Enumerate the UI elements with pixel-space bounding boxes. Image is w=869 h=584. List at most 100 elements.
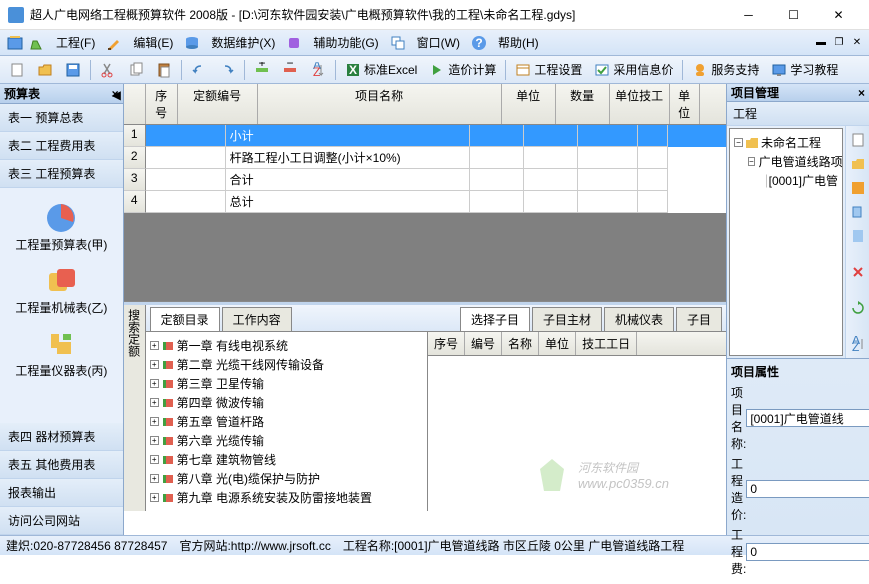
grid-col-3[interactable]: 单位 xyxy=(502,84,556,124)
search-quota-label[interactable]: 搜索定额 xyxy=(124,305,146,511)
copy-button[interactable] xyxy=(123,59,149,81)
delete-row-button[interactable]: − xyxy=(277,59,303,81)
proj-setting-button[interactable]: 工程设置 xyxy=(510,58,587,81)
grid-col-5[interactable]: 单位技工 xyxy=(610,84,670,124)
excel-button[interactable]: X标准Excel xyxy=(340,58,422,81)
save-button[interactable] xyxy=(60,59,86,81)
mdi-restore[interactable]: ❐ xyxy=(831,36,847,50)
tree-item[interactable]: + 第八章 光(电)缆保护与防护 xyxy=(150,469,423,488)
open-button[interactable] xyxy=(32,59,58,81)
menu-icon-2[interactable] xyxy=(29,35,45,51)
rt-sort-icon[interactable]: AZ xyxy=(848,334,868,354)
expand-icon[interactable]: + xyxy=(150,474,159,483)
expand-icon[interactable]: − xyxy=(748,157,755,166)
proj-tree-item[interactable]: [0001]广电管 xyxy=(734,171,838,190)
tree-item[interactable]: + 第六章 光缆传输 xyxy=(150,431,423,450)
grid-col-1[interactable]: 定额编号 xyxy=(178,84,258,124)
proj-tree-item[interactable]: −未命名工程 xyxy=(734,133,838,152)
insert-row-button[interactable]: + xyxy=(249,59,275,81)
right-panel-close[interactable]: × xyxy=(858,86,865,100)
collapse-left-icon[interactable]: ◀ xyxy=(112,88,121,102)
menu-icon-1[interactable] xyxy=(7,35,23,51)
nav-item-3[interactable]: 表三 工程预算表 xyxy=(0,160,123,188)
grid-col-6[interactable]: 单位 xyxy=(670,84,700,124)
expand-icon[interactable]: − xyxy=(734,138,743,147)
expand-icon[interactable]: + xyxy=(150,455,159,464)
menu-help[interactable]: 帮助(H) xyxy=(490,31,547,54)
menu-aux[interactable]: 辅助功能(G) xyxy=(305,31,386,54)
rt-paste-icon[interactable] xyxy=(848,226,868,246)
sub-col[interactable]: 技工工日 xyxy=(576,332,637,355)
table-row[interactable]: 1 小计 xyxy=(124,125,726,147)
menu-data[interactable]: 数据维护(X) xyxy=(203,31,283,54)
tree-item[interactable]: + 第二章 光缆干线网传输设备 xyxy=(150,355,423,374)
prop-name-input[interactable] xyxy=(746,409,869,427)
expand-icon[interactable]: + xyxy=(150,360,159,369)
expand-icon[interactable]: + xyxy=(150,341,159,350)
menu-edit[interactable]: 编辑(E) xyxy=(125,31,181,54)
redo-button[interactable] xyxy=(214,59,240,81)
nav-big-3[interactable]: 工程量仪器表(丙) xyxy=(8,322,115,385)
tab-select-sub[interactable]: 选择子目 xyxy=(460,307,530,331)
new-button[interactable] xyxy=(4,59,30,81)
tab-sub[interactable]: 子目 xyxy=(676,307,722,331)
chapter-tree[interactable]: + 第一章 有线电视系统 + 第二章 光缆干线网传输设备 + 第三章 卫星传输 … xyxy=(146,332,428,511)
sub-col[interactable]: 编号 xyxy=(465,332,502,355)
mdi-minimize[interactable]: ▬ xyxy=(813,36,829,50)
tree-item[interactable]: + 第五章 管道杆路 xyxy=(150,412,423,431)
tree-item[interactable]: + 第一章 有线电视系统 xyxy=(150,336,423,355)
table-row[interactable]: 3 合计 xyxy=(124,169,726,191)
cut-button[interactable] xyxy=(95,59,121,81)
nav-item-1[interactable]: 表一 预算总表 xyxy=(0,104,123,132)
minimize-button[interactable]: ─ xyxy=(726,1,771,29)
rt-copy-icon[interactable] xyxy=(848,202,868,222)
nav-item-6[interactable]: 报表输出 xyxy=(0,479,123,507)
maximize-button[interactable]: ☐ xyxy=(771,1,816,29)
proj-tree-item[interactable]: −广电管道线路项目 xyxy=(734,152,838,171)
grid-col-0[interactable]: 序号 xyxy=(146,84,178,124)
rt-delete-icon[interactable] xyxy=(848,262,868,282)
tab-sub-material[interactable]: 子目主材 xyxy=(532,307,602,331)
nav-big-1[interactable]: 工程量预算表(甲) xyxy=(8,196,115,259)
nav-item-7[interactable]: 访问公司网站 xyxy=(0,507,123,535)
tab-mech-instr[interactable]: 机械仪表 xyxy=(604,307,674,331)
rt-new-icon[interactable] xyxy=(848,130,868,150)
rt-save-icon[interactable] xyxy=(848,178,868,198)
table-row[interactable]: 2 杆路工程小工日调整(小计×10%) xyxy=(124,147,726,169)
adopt-info-button[interactable]: 采用信息价 xyxy=(589,58,678,81)
nav-big-2[interactable]: 工程量机械表(乙) xyxy=(8,259,115,322)
expand-icon[interactable]: + xyxy=(150,417,159,426)
paste-button[interactable] xyxy=(151,59,177,81)
tree-item[interactable]: + 第三章 卫星传输 xyxy=(150,374,423,393)
expand-icon[interactable]: + xyxy=(150,493,159,502)
expand-icon[interactable]: + xyxy=(150,436,159,445)
expand-icon[interactable]: + xyxy=(150,398,159,407)
tree-item[interactable]: + 第九章 电源系统安装及防雷接地装置 xyxy=(150,488,423,507)
close-button[interactable]: ✕ xyxy=(816,1,861,29)
sub-col[interactable]: 序号 xyxy=(428,332,465,355)
tab-quota-dir[interactable]: 定额目录 xyxy=(150,307,220,331)
undo-button[interactable] xyxy=(186,59,212,81)
mdi-close[interactable]: ✕ xyxy=(849,36,865,50)
tree-item[interactable]: + 第七章 建筑物管线 xyxy=(150,450,423,469)
menu-project[interactable]: 工程(F) xyxy=(48,31,103,54)
nav-item-5[interactable]: 表五 其他费用表 xyxy=(0,451,123,479)
menu-window[interactable]: 窗口(W) xyxy=(409,31,468,54)
service-button[interactable]: 服务支持 xyxy=(687,58,764,81)
calc-button[interactable]: 造价计算 xyxy=(424,58,501,81)
sub-col[interactable]: 单位 xyxy=(539,332,576,355)
rt-open-icon[interactable] xyxy=(848,154,868,174)
prop-cost-input[interactable] xyxy=(746,480,869,498)
expand-icon[interactable]: + xyxy=(150,379,159,388)
project-tree[interactable]: −未命名工程−广电管道线路项目[0001]广电管 xyxy=(729,128,843,356)
sub-col[interactable]: 名称 xyxy=(502,332,539,355)
tree-item[interactable]: + 第四章 微波传输 xyxy=(150,393,423,412)
tutorial-button[interactable]: 学习教程 xyxy=(766,58,843,81)
rt-refresh-icon[interactable] xyxy=(848,298,868,318)
nav-item-2[interactable]: 表二 工程费用表 xyxy=(0,132,123,160)
prop-fee-input[interactable] xyxy=(746,543,869,561)
tab-work-content[interactable]: 工作内容 xyxy=(222,307,292,331)
grid-col-2[interactable]: 项目名称 xyxy=(258,84,502,124)
sort-button[interactable]: AZ xyxy=(305,59,331,81)
table-row[interactable]: 4 总计 xyxy=(124,191,726,213)
